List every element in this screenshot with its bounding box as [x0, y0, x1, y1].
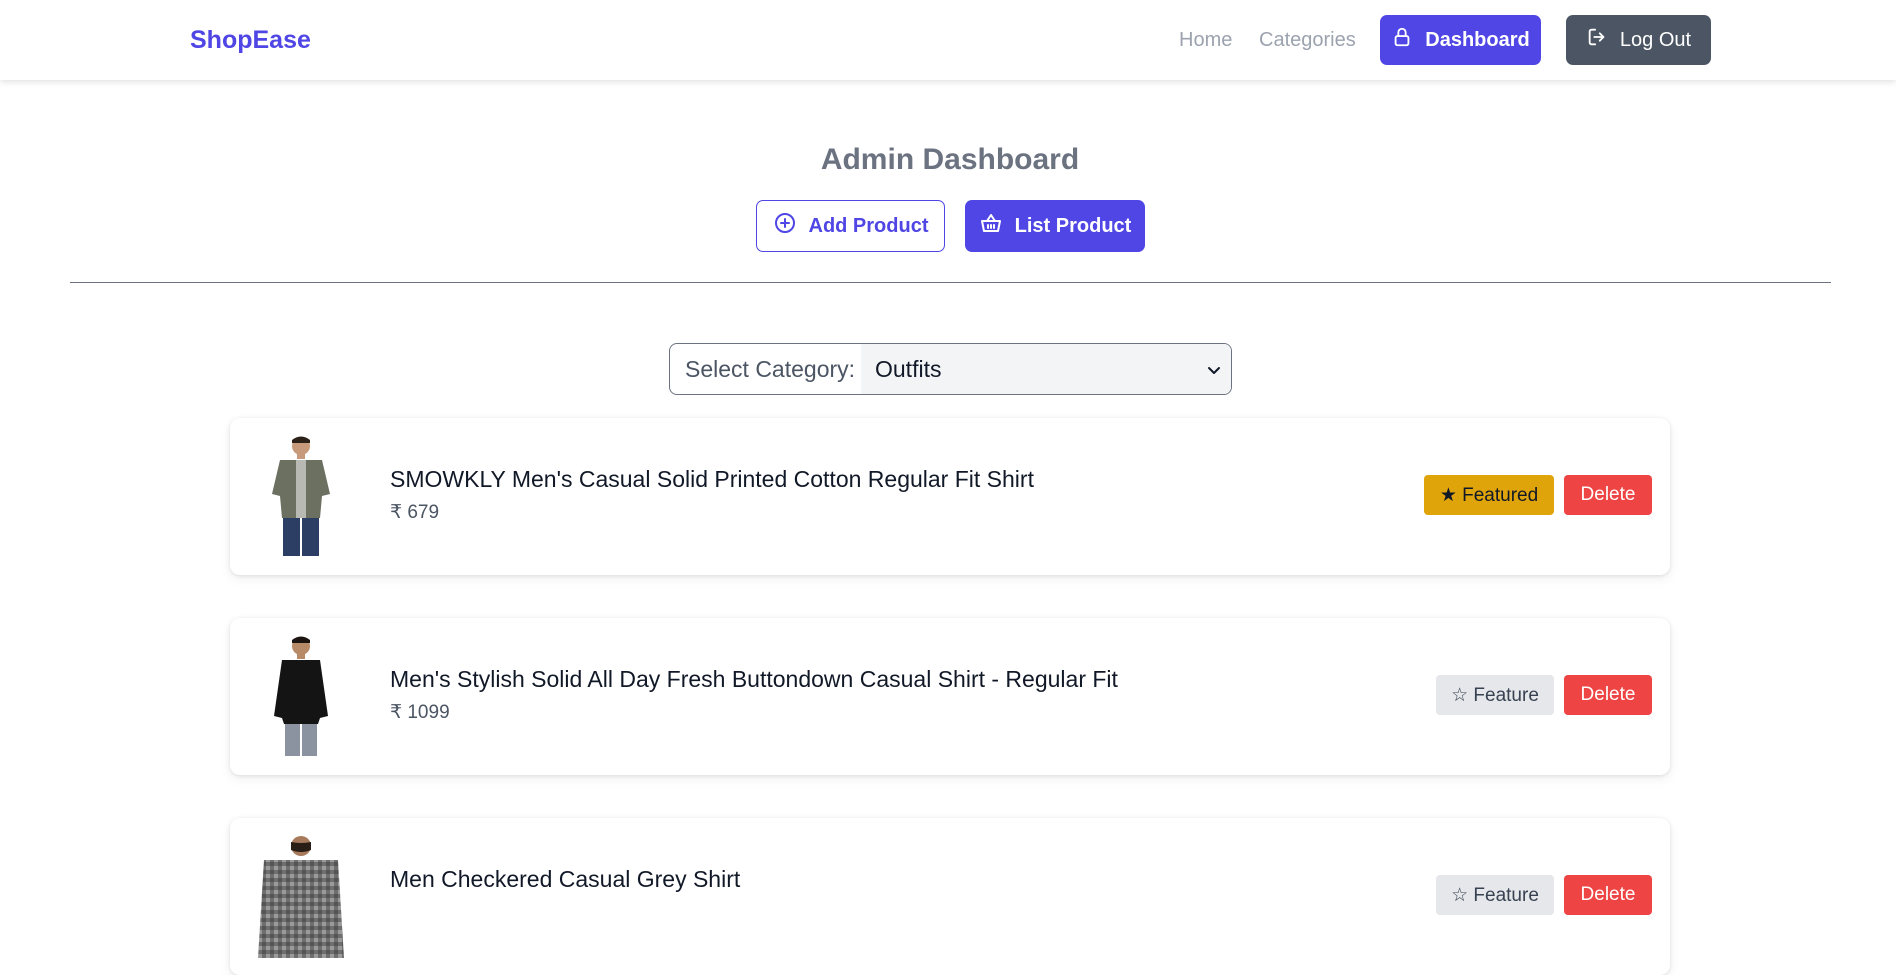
- section-divider: [70, 282, 1831, 283]
- delete-button[interactable]: Delete: [1564, 875, 1652, 915]
- delete-button[interactable]: Delete: [1564, 675, 1652, 715]
- product-price: ₹ 1099: [390, 702, 450, 723]
- product-name: SMOWKLY Men's Casual Solid Printed Cotto…: [390, 466, 1034, 492]
- dashboard-button-label: Dashboard: [1425, 28, 1530, 51]
- product-name: Men's Stylish Solid All Day Fresh Button…: [390, 666, 1118, 692]
- nav-home-link[interactable]: Home: [1179, 29, 1232, 52]
- brand-logo[interactable]: ShopEase: [190, 26, 311, 55]
- plus-circle-icon: [773, 211, 797, 241]
- feature-toggle-button[interactable]: ☆ Feature: [1436, 875, 1554, 915]
- product-card: SMOWKLY Men's Casual Solid Printed Cotto…: [230, 418, 1670, 575]
- featured-toggle-button[interactable]: ★ Featured: [1424, 475, 1554, 515]
- logout-button-label: Log Out: [1619, 28, 1692, 51]
- product-image-shirt-grey-checkered: [258, 834, 344, 958]
- category-selected-value: Outfits: [875, 355, 942, 382]
- feature-toggle-button[interactable]: ☆ Feature: [1436, 675, 1554, 715]
- category-filter: Select Category: Outfits: [669, 343, 1232, 395]
- list-product-button[interactable]: List Product: [965, 200, 1145, 252]
- basket-icon: [979, 211, 1003, 241]
- nav-categories-link[interactable]: Categories: [1259, 29, 1356, 52]
- dashboard-button[interactable]: Dashboard: [1380, 15, 1541, 65]
- logout-icon: [1586, 26, 1608, 54]
- logout-button[interactable]: Log Out: [1566, 15, 1711, 65]
- product-card: Men's Stylish Solid All Day Fresh Button…: [230, 618, 1670, 775]
- product-image-shirt-olive: [258, 434, 344, 558]
- product-image-shirt-black: [258, 634, 344, 758]
- page-title: Admin Dashboard: [820, 143, 1080, 176]
- add-product-label: Add Product: [808, 214, 929, 237]
- product-card: Men Checkered Casual Grey Shirt ☆ Featur…: [230, 818, 1670, 975]
- delete-button[interactable]: Delete: [1564, 475, 1652, 515]
- category-label: Select Category:: [685, 355, 856, 382]
- lock-icon: [1391, 26, 1413, 54]
- list-product-label: List Product: [1014, 214, 1132, 237]
- category-select[interactable]: Outfits: [861, 344, 1231, 394]
- chevron-down-icon: [1207, 356, 1221, 383]
- product-price: ₹ 679: [390, 502, 440, 523]
- product-name: Men Checkered Casual Grey Shirt: [390, 866, 741, 892]
- top-navbar: ShopEase Home Categories Dashboard Log O…: [0, 0, 1896, 80]
- add-product-button[interactable]: Add Product: [756, 200, 945, 252]
